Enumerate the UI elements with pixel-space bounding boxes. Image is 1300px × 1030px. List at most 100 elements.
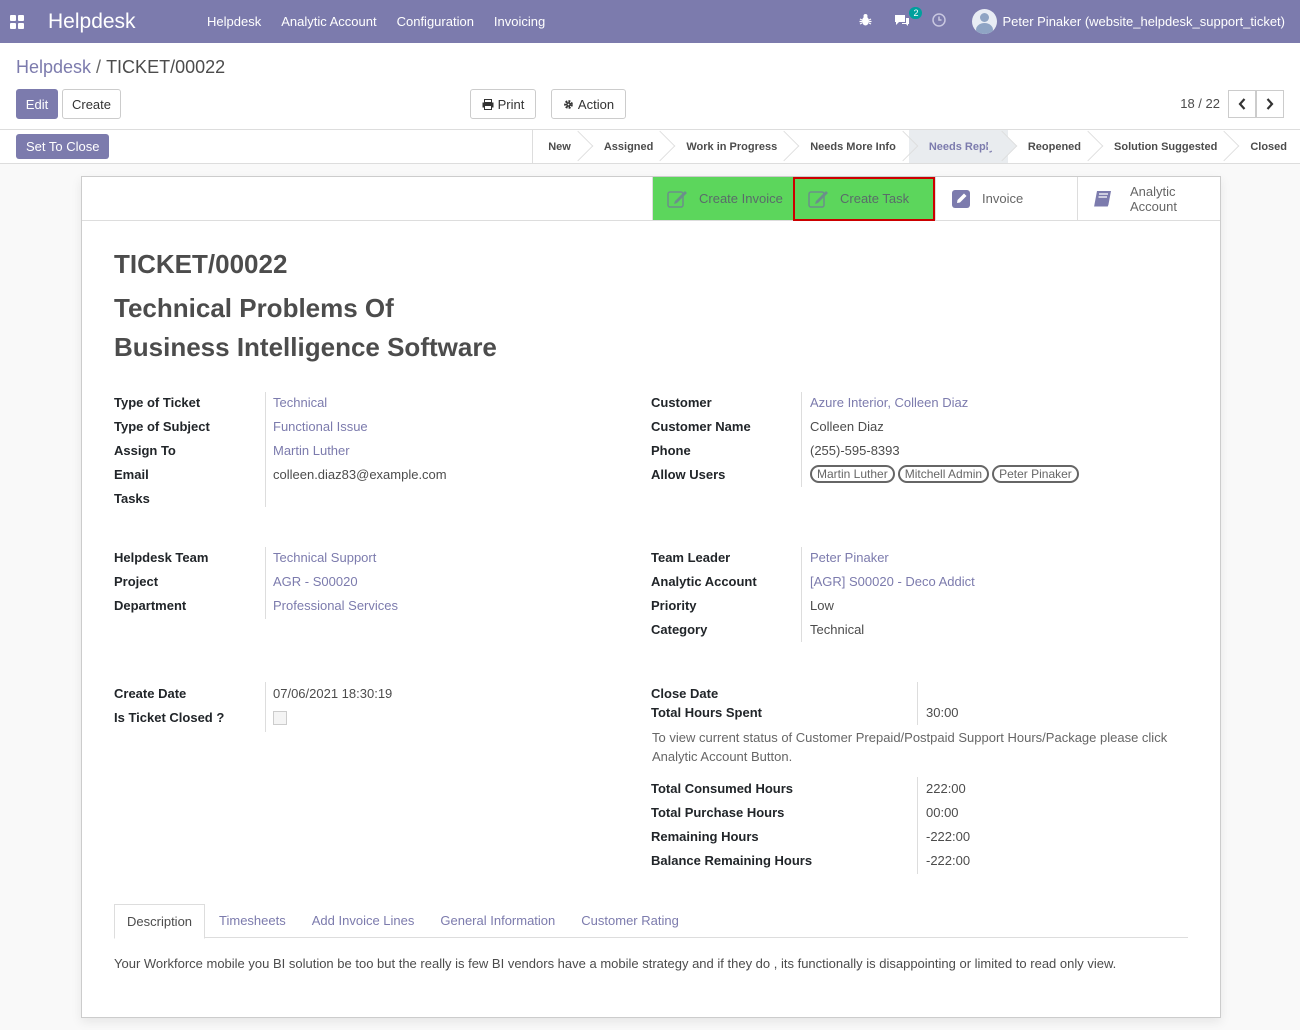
navbar-systray: 2 Peter Pinaker (website_helpdesk_suppor… xyxy=(837,0,1285,43)
user-tag[interactable]: Mitchell Admin xyxy=(897,465,990,483)
control-panel: Helpdesk / TICKET/00022 Edit Create Print … xyxy=(0,43,1300,130)
gear-icon xyxy=(564,99,573,109)
phone-value: (255)-595-8393 xyxy=(810,443,900,458)
tab-customer-rating[interactable]: Customer Rating xyxy=(569,904,691,937)
create-button[interactable]: Create xyxy=(62,89,121,119)
chat-count-badge: 2 xyxy=(909,7,923,19)
stage-solution-suggested[interactable]: Solution Suggested xyxy=(1094,130,1230,163)
pager-value[interactable]: 18 / 22 xyxy=(1180,96,1220,111)
team-leader-value[interactable]: Peter Pinaker xyxy=(810,550,889,565)
is-ticket-closed-checkbox[interactable] xyxy=(273,711,287,725)
helpdesk-team-label: Helpdesk Team xyxy=(114,550,209,565)
set-to-close-button[interactable]: Set To Close xyxy=(16,134,110,159)
create-invoice-button[interactable]: Create Invoice xyxy=(652,177,793,221)
stage-needs-reply[interactable]: Needs Reply xyxy=(908,130,1008,163)
customer-label: Customer xyxy=(651,395,712,410)
stage-work-in-progress[interactable]: Work in Progress xyxy=(666,130,790,163)
avatar xyxy=(972,9,998,34)
clock-icon[interactable] xyxy=(932,13,947,30)
create-invoice-label: Create Invoice xyxy=(699,191,783,206)
customer-name-label: Customer Name xyxy=(651,419,751,434)
user-menu[interactable]: Peter Pinaker (website_helpdesk_support_… xyxy=(972,9,1285,34)
field-separator xyxy=(265,392,266,507)
divider xyxy=(82,220,652,221)
print-label: Print xyxy=(497,96,525,112)
invoice-button[interactable]: Invoice xyxy=(935,177,1077,221)
total-hours-spent-value: 30:00 xyxy=(926,705,959,720)
total-consumed-hours-value: 222:00 xyxy=(926,781,966,796)
total-hours-spent-label: Total Hours Spent xyxy=(651,705,762,720)
user-tag[interactable]: Martin Luther xyxy=(810,465,895,483)
assign-to-label: Assign To xyxy=(114,443,176,458)
pager-previous-button[interactable] xyxy=(1228,90,1256,118)
field-separator xyxy=(801,392,802,487)
stage-new[interactable]: New xyxy=(533,130,584,163)
field-separator xyxy=(801,547,802,642)
stage-pipeline: New Assigned Work in Progress Needs More… xyxy=(532,130,1300,163)
balance-remaining-hours-value: -222:00 xyxy=(926,853,971,868)
menu-invoicing[interactable]: Invoicing xyxy=(484,14,555,29)
department-value[interactable]: Professional Services xyxy=(273,598,398,613)
type-of-subject-value[interactable]: Functional Issue xyxy=(273,419,368,434)
breadcrumb-helpdesk[interactable]: Helpdesk xyxy=(16,57,91,77)
chat-icon[interactable]: 2 xyxy=(894,7,923,30)
create-task-label: Create Task xyxy=(840,191,910,206)
tab-description[interactable]: Description xyxy=(114,904,206,939)
email-label: Email xyxy=(114,467,149,482)
pager-next-button[interactable] xyxy=(1256,90,1284,118)
book-icon xyxy=(1094,190,1111,207)
balance-remaining-hours-label: Balance Remaining Hours xyxy=(651,853,813,868)
user-tag[interactable]: Peter Pinaker xyxy=(992,465,1079,483)
project-value[interactable]: AGR - S00020 xyxy=(273,574,358,589)
priority-value: Low xyxy=(810,598,834,613)
category-value: Technical xyxy=(810,622,865,637)
edit-icon xyxy=(808,190,828,208)
create-task-button[interactable]: Create Task xyxy=(793,177,935,221)
menu-configuration[interactable]: Configuration xyxy=(387,14,484,29)
ticket-number: TICKET/00022 xyxy=(114,249,288,279)
priority-label: Priority xyxy=(651,598,697,613)
apps-menu-icon[interactable] xyxy=(10,14,24,29)
breadcrumb-separator: / xyxy=(96,57,102,77)
department-label: Department xyxy=(114,598,187,613)
stage-closed[interactable]: Closed xyxy=(1230,130,1300,163)
description-text: Your Workforce mobile you BI solution be… xyxy=(114,956,1117,971)
stage-reopened[interactable]: Reopened xyxy=(1008,130,1094,163)
analytic-account-value[interactable]: [AGR] S00020 - Deco Addict xyxy=(810,574,975,589)
analytic-help-text: To view current status of Customer Prepa… xyxy=(652,730,1168,764)
edit-button[interactable]: Edit xyxy=(16,89,58,119)
user-name: Peter Pinaker (website_helpdesk_support_… xyxy=(1002,14,1285,29)
assign-to-value[interactable]: Martin Luther xyxy=(273,443,350,458)
action-button[interactable]: Action xyxy=(551,89,626,119)
create-date-label: Create Date xyxy=(114,686,187,701)
bug-icon[interactable] xyxy=(859,13,872,30)
print-button[interactable]: Print xyxy=(470,89,536,119)
create-date-value: 07/06/2021 18:30:19 xyxy=(273,686,393,701)
action-label: Action xyxy=(577,96,615,112)
analytic-account-label: Analytic Account xyxy=(1130,183,1177,214)
tab-timesheets[interactable]: Timesheets xyxy=(207,904,298,937)
menu-analytic-account[interactable]: Analytic Account xyxy=(271,14,386,29)
type-of-ticket-value[interactable]: Technical xyxy=(273,395,327,410)
tasks-label: Tasks xyxy=(114,491,150,506)
field-separator xyxy=(917,682,918,725)
remaining-hours-value: -222:00 xyxy=(926,829,971,844)
tab-general-information[interactable]: General Information xyxy=(428,904,567,937)
notebook-tabs: Description Timesheets Add Invoice Lines… xyxy=(114,904,1188,939)
invoice-label: Invoice xyxy=(982,191,1024,206)
analytic-account-button[interactable]: Analytic Account xyxy=(1077,177,1220,221)
chevron-right-icon xyxy=(1266,98,1274,110)
top-navbar: Helpdesk Helpdesk Analytic Account Confi… xyxy=(0,0,1300,43)
customer-value[interactable]: Azure Interior, Colleen Diaz xyxy=(810,395,968,410)
chevron-left-icon xyxy=(1238,98,1246,110)
app-brand[interactable]: Helpdesk xyxy=(48,10,183,34)
close-date-label: Close Date xyxy=(651,686,719,701)
menu-helpdesk[interactable]: Helpdesk xyxy=(197,14,271,29)
breadcrumb: Helpdesk / TICKET/00022 xyxy=(16,57,225,78)
edit-icon xyxy=(667,190,687,208)
stage-needs-more-info[interactable]: Needs More Info xyxy=(790,130,909,163)
helpdesk-team-value[interactable]: Technical Support xyxy=(273,550,376,565)
tab-add-invoice-lines[interactable]: Add Invoice Lines xyxy=(300,904,427,937)
total-purchase-hours-label: Total Purchase Hours xyxy=(651,805,785,820)
stage-assigned[interactable]: Assigned xyxy=(584,130,667,163)
